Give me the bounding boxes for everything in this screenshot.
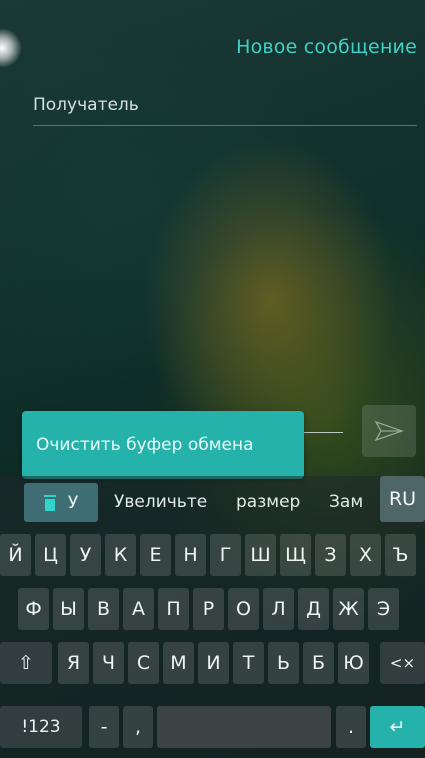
clipboard-label: У xyxy=(67,492,79,513)
send-icon xyxy=(374,420,404,442)
suggestion-bar: У Увеличьте размер Зам RU xyxy=(0,476,425,524)
key-row2-8[interactable]: Л xyxy=(263,588,294,630)
key-row1-7[interactable]: Г xyxy=(210,534,241,576)
key-row3-1[interactable]: Я xyxy=(58,642,89,684)
space-key[interactable] xyxy=(157,706,331,748)
key-row2-6[interactable]: Р xyxy=(193,588,224,630)
key-row2-11[interactable]: Э xyxy=(368,588,399,630)
key-row1-10[interactable]: З xyxy=(315,534,346,576)
key-row1-5[interactable]: Е xyxy=(140,534,171,576)
key-row3-3[interactable]: С xyxy=(128,642,159,684)
key-row3-7[interactable]: Ь xyxy=(268,642,299,684)
send-button[interactable] xyxy=(362,405,416,457)
dash-key[interactable]: - xyxy=(89,706,119,748)
key-row2-3[interactable]: В xyxy=(88,588,119,630)
shift-icon: ⇧ xyxy=(18,652,34,674)
key-row3-9[interactable]: Ю xyxy=(338,642,369,684)
key-row2-1[interactable]: Ф xyxy=(18,588,49,630)
key-row3-4[interactable]: М xyxy=(163,642,194,684)
comma-key[interactable]: , xyxy=(123,706,153,748)
period-key[interactable]: . xyxy=(336,706,366,748)
key-row1-6[interactable]: Н xyxy=(175,534,206,576)
key-row1-4[interactable]: К xyxy=(105,534,136,576)
enter-icon: ↵ xyxy=(389,716,406,738)
key-row1-12[interactable]: Ъ xyxy=(385,534,416,576)
language-button[interactable]: RU xyxy=(380,476,425,522)
key-row3-2[interactable]: Ч xyxy=(93,642,124,684)
key-row2-4[interactable]: А xyxy=(123,588,154,630)
key-row2-10[interactable]: Ж xyxy=(333,588,364,630)
suggestion-3[interactable]: Зам xyxy=(329,492,363,512)
page-title: Новое сообщение xyxy=(236,36,417,58)
key-row1-1[interactable]: Й xyxy=(0,534,31,576)
suggestion-2[interactable]: размер xyxy=(236,492,300,512)
key-row3-6[interactable]: Т xyxy=(233,642,264,684)
shift-key[interactable]: ⇧ xyxy=(0,642,52,684)
key-row1-9[interactable]: Щ xyxy=(280,534,311,576)
key-row3-8[interactable]: Б xyxy=(303,642,334,684)
clipboard-button[interactable]: У xyxy=(24,483,98,522)
toast-text: Очистить буфер обмена xyxy=(36,435,254,455)
symbols-key[interactable]: !123 xyxy=(0,706,82,748)
backspace-key[interactable]: <× xyxy=(380,642,425,684)
enter-key[interactable]: ↵ xyxy=(370,706,425,748)
key-row2-9[interactable]: Д xyxy=(298,588,329,630)
clipboard-icon xyxy=(43,494,56,511)
key-row2-7[interactable]: О xyxy=(228,588,259,630)
key-row1-2[interactable]: Ц xyxy=(35,534,66,576)
clear-clipboard-toast[interactable]: Очистить буфер обмена xyxy=(22,411,304,479)
key-row2-5[interactable]: П xyxy=(158,588,189,630)
key-row1-3[interactable]: У xyxy=(70,534,101,576)
suggestion-1[interactable]: Увеличьте xyxy=(114,492,207,512)
key-row2-2[interactable]: Ы xyxy=(53,588,84,630)
key-row3-5[interactable]: И xyxy=(198,642,229,684)
keyboard: У Увеличьте размер Зам RU ЙЦУКЕНГШЩЗХЪ Ф… xyxy=(0,476,425,758)
key-row1-8[interactable]: Ш xyxy=(245,534,276,576)
backspace-icon: <× xyxy=(389,654,416,672)
recipient-field[interactable]: Получатель xyxy=(33,95,139,115)
recipient-underline xyxy=(33,125,417,126)
key-row1-11[interactable]: Х xyxy=(350,534,381,576)
